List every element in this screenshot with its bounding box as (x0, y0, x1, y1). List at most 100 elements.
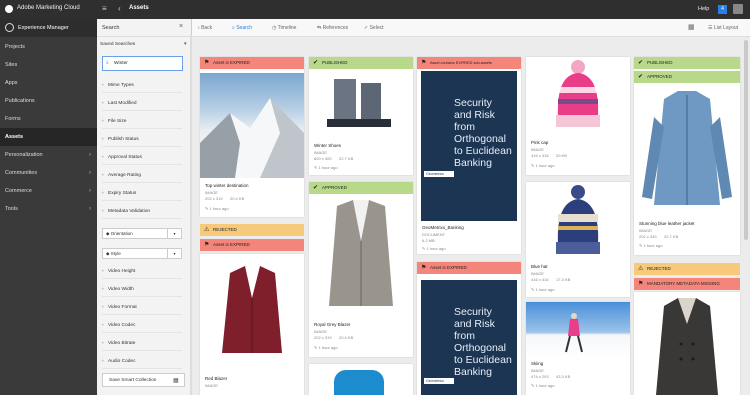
flag-icon: ⚑ (638, 281, 644, 287)
menu-icon[interactable]: ≡ (102, 5, 107, 13)
published-banner: ✔ PUBLISHED (634, 57, 740, 69)
facet-mime-types[interactable]: › Mime Types (102, 79, 182, 93)
asset-thumbnail (200, 73, 304, 178)
facet-video-width[interactable]: › Video Width (102, 283, 182, 297)
chevron-left-icon[interactable]: ‹ (118, 4, 121, 13)
chevron-down-icon[interactable]: ▾ (184, 41, 187, 47)
select-button[interactable]: ✓ Select (364, 19, 384, 37)
expired-subassets-banner: ⚑ Asset contains EXPIRED sub-assets (417, 57, 521, 69)
asset-size: 17.3 KB (556, 277, 571, 282)
document-cover-title: Security and Risk from Orthogonal to Euc… (454, 97, 512, 169)
asset-size: 43.3 KB (556, 374, 571, 379)
asset-type: DOCUMENT (422, 232, 446, 237)
asset-card-blue-hat[interactable]: Blue hat IMAGE 416 x 416 17.3 KB ✎ 1 hou… (526, 182, 630, 297)
blue-jacket-image (642, 91, 732, 205)
filter-panel-title: Search (102, 25, 120, 31)
facet-average-rating[interactable]: › Average Rating (102, 169, 182, 183)
nav-item-apps[interactable]: Apps (0, 74, 97, 92)
asset-modified: 1 hour ago (318, 165, 338, 170)
nav-item-label: Projects (5, 44, 25, 50)
nav-item-projects[interactable]: Projects (0, 38, 97, 56)
facet-video-codec[interactable]: › Video Codec (102, 319, 182, 333)
asset-card-geometrixx-banking-expired[interactable]: ⚑ Asset is EXPIRED Security and Risk from… (417, 262, 521, 395)
asset-thumbnail (634, 294, 740, 395)
asset-card-blue-leather-jacket[interactable]: ✔ PUBLISHED ✔ APPROVED Stunning blue leath… (634, 57, 740, 255)
search-tab[interactable]: ⌕ Search (232, 19, 252, 37)
facet-approval-status[interactable]: › Approval Status (102, 151, 182, 165)
facet-expiry-status[interactable]: › Expiry Status (102, 187, 182, 201)
nav-item-personalization[interactable]: Personalization › (0, 146, 97, 164)
saved-searches-select[interactable]: Saved Searches (100, 42, 135, 47)
asset-card-skiing[interactable]: Skiing IMAGE 474 x 293 43.3 KB ✎ 1 hour … (526, 302, 630, 395)
asset-card-blue-jacket-partial[interactable] (309, 364, 413, 395)
facet-video-format[interactable]: › Video Format (102, 301, 182, 315)
asset-thumbnail (526, 57, 630, 137)
blazer-image (222, 266, 282, 353)
notifications-badge[interactable]: 4 (718, 5, 727, 14)
facet-audio-codec[interactable]: › Audio Codec (102, 355, 182, 369)
asset-card-pink-cap[interactable]: Pink cap IMAGE 416 x 416 20 KB ✎ 1 hour … (526, 57, 630, 175)
main-scrollbar[interactable] (744, 40, 748, 240)
asset-size: 20.7 KB (664, 234, 679, 239)
asset-thumbnail (526, 182, 630, 260)
nav-item-commerce[interactable]: Commerce › (0, 182, 97, 200)
nav-item-communities[interactable]: Communities › (0, 164, 97, 182)
facet-video-height[interactable]: › Video Height (102, 265, 182, 279)
references-tab[interactable]: ⇆ References (317, 19, 348, 37)
asset-thumbnail: Security and Risk from Orthogonal to Euc… (421, 280, 517, 395)
user-avatar[interactable] (733, 4, 743, 14)
asset-thumbnail: Security and Risk from Orthogonal to Euc… (421, 71, 517, 221)
grid-icon: ▦ (173, 378, 179, 384)
asset-card-winter-shoes[interactable]: ✔ PUBLISHED Winter Shoes IMAGE 600 x 400 … (309, 57, 413, 175)
nav-item-tools[interactable]: Tools › (0, 200, 97, 218)
asset-title: Royal Grey Blazer (314, 322, 351, 327)
asset-thumbnail (334, 370, 384, 395)
asset-card-red-blazer[interactable]: Red Blazer IMAGE (200, 254, 304, 395)
nav-item-publications[interactable]: Publications (0, 92, 97, 110)
style-select[interactable]: ◆ Style ▾ (102, 248, 182, 259)
asset-type: IMAGE (531, 368, 544, 373)
orientation-select[interactable]: ◆ Orientation ▾ (102, 228, 182, 239)
asset-modified: 1 hour ago (535, 383, 555, 388)
asset-thumbnail (200, 258, 304, 368)
asset-dimensions: 474 x 293 (531, 374, 549, 379)
save-smart-collection-button[interactable]: Save Smart Collection ▦ (102, 373, 185, 387)
asset-card-black-coat[interactable] (634, 292, 740, 395)
help-link[interactable]: Help (698, 6, 709, 12)
skier-image (565, 313, 583, 353)
asset-size: 20 KB (556, 153, 567, 158)
asset-thumbnail (309, 196, 413, 316)
facet-file-size[interactable]: › File Size (102, 115, 182, 129)
timeline-tab-label: Timeline (277, 25, 297, 31)
asset-modified: 1 hour ago (535, 287, 555, 292)
timeline-tab[interactable]: ◷ Timeline (272, 19, 296, 37)
facet-label: Expiry Status (108, 191, 137, 196)
facet-last-modified[interactable]: › Last Modified (102, 97, 182, 111)
list-layout-label: List Layout (713, 25, 739, 31)
asset-dimensions: 416 x 416 (531, 277, 549, 282)
back-button[interactable]: ‹ Back (198, 19, 212, 37)
metadata-missing-banner: ⚑ MANDATORY METADATA MISSING (634, 278, 740, 290)
facet-video-bitrate[interactable]: › Video Bitrate (102, 337, 182, 351)
nav-item-assets[interactable]: Assets (0, 128, 97, 146)
search-icon: ⌕ (106, 60, 109, 66)
asset-card-geometrixx-banking[interactable]: ⚑ Asset contains EXPIRED sub-assets Secur… (417, 57, 521, 254)
ski-boots-image (327, 79, 391, 127)
asset-dimensions: 202 x 349 (639, 234, 657, 239)
nav-item-label: Tools (5, 206, 18, 212)
save-smart-collection-label: Save Smart Collection (109, 378, 157, 383)
asset-modified: 1 hour ago (535, 163, 555, 168)
facet-publish-status[interactable]: › Publish Status (102, 133, 182, 147)
facet-label: Video Width (108, 287, 134, 292)
nav-item-forms[interactable]: Forms (0, 110, 97, 128)
grid-view-icon[interactable]: ▦ (688, 19, 695, 37)
asset-title: Stunning blue leather jacket (639, 221, 695, 226)
asset-card-top-winter-destination[interactable]: ⚑ Asset is EXPIRED Top winter destination… (200, 57, 304, 217)
search-input[interactable]: ⌕ Winter (102, 56, 183, 71)
asset-card-royal-grey-blazer[interactable]: ✔ APPROVED Royal Grey Blazer IMAGE 202 x … (309, 182, 413, 357)
nav-item-sites[interactable]: Sites (0, 56, 97, 74)
facet-metadata-validation[interactable]: › Metadata Validation (102, 205, 182, 219)
pink-cap-image (556, 60, 600, 127)
list-layout-button[interactable]: ☰ List Layout (708, 19, 738, 37)
close-icon[interactable]: × (179, 23, 183, 30)
